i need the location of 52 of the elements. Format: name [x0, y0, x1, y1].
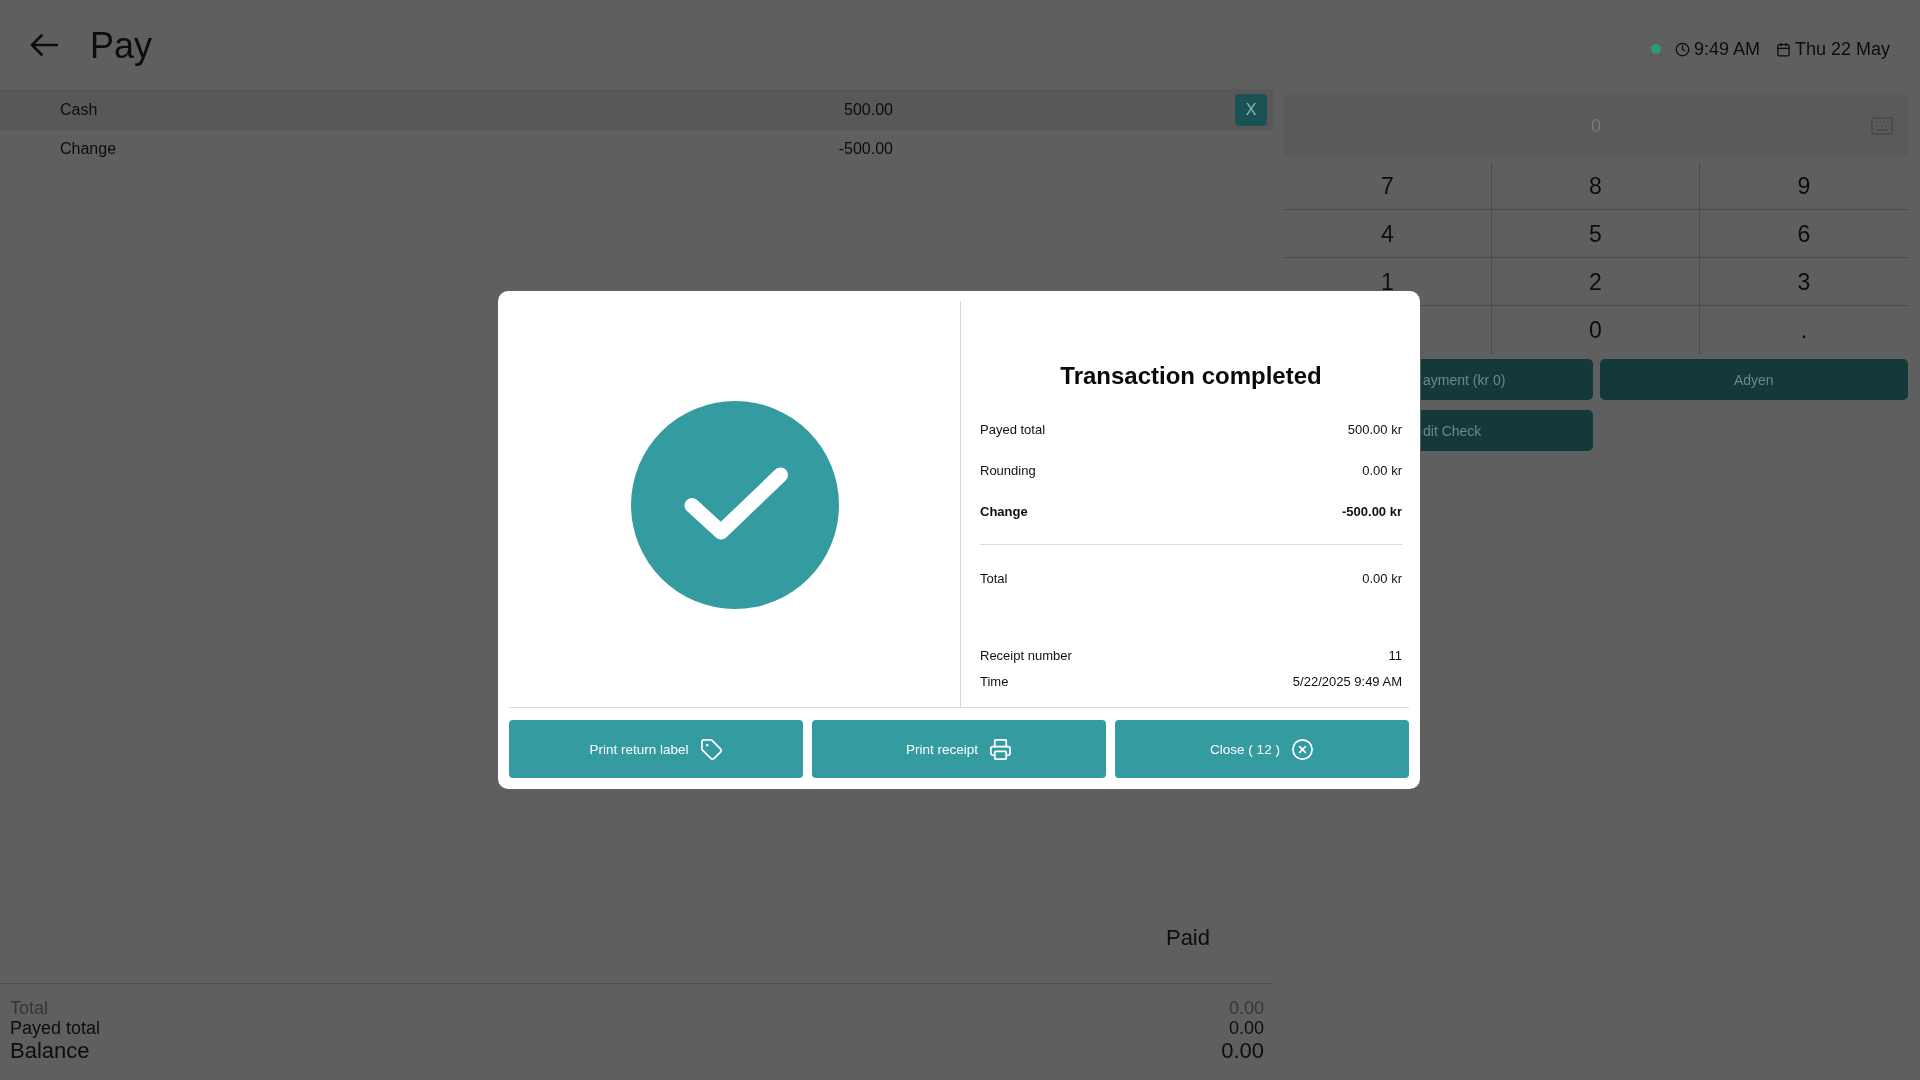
change-amount: -500.00 [838, 139, 893, 158]
keypad-key[interactable]: 0 [1589, 321, 1602, 339]
keypad-key[interactable]: 2 [1589, 272, 1602, 291]
payment-method: Cash [60, 100, 98, 119]
detail-value: -500.00 kr [1342, 504, 1402, 519]
keypad-key[interactable]: 6 [1797, 224, 1811, 243]
keypad-key[interactable]: 7 [1381, 176, 1394, 195]
back-button[interactable] [30, 33, 58, 56]
close-icon [1290, 737, 1314, 761]
payment-option-button[interactable]: Adyen [1599, 359, 1908, 400]
clock-icon [1674, 41, 1690, 57]
summary-value: 0.00 [1221, 1038, 1264, 1064]
keypad-key[interactable]: 4 [1381, 224, 1394, 243]
payment-option-button[interactable]: dit Check [1421, 410, 1593, 451]
paid-heading: Paid [1165, 925, 1210, 951]
calendar-icon [1775, 41, 1791, 57]
print-receipt-button[interactable]: Print receipt [812, 720, 1106, 778]
return-label-button[interactable]: Print return label [509, 720, 803, 778]
dialog-title: Transaction completed [1059, 361, 1323, 391]
detail-value: 5/22/2025 9:49 AM [1292, 673, 1402, 689]
remove-payment-button[interactable]: X [1235, 93, 1267, 126]
detail-label: Change [980, 504, 1028, 519]
detail-value: 11 [1388, 647, 1402, 663]
keypad-key[interactable]: 3 [1797, 272, 1811, 291]
keypad-key[interactable]: 5 [1589, 224, 1602, 243]
detail-label: Receipt number [980, 647, 1072, 663]
keypad-key[interactable]: 9 [1797, 176, 1811, 195]
keypad-key[interactable]: 1 [1381, 272, 1394, 291]
status-dot-icon [1650, 44, 1661, 54]
detail-label: Rounding [980, 463, 1036, 478]
keypad-key[interactable]: 8 [1589, 176, 1602, 195]
payment-amount: 500.00 [844, 100, 893, 119]
change-label: Change [60, 139, 117, 158]
back-arrow-icon [30, 33, 58, 56]
detail-label: Total [980, 571, 1008, 586]
time-text: 9:49 AM [1693, 38, 1760, 60]
detail-value: 0.00 kr [1362, 571, 1402, 586]
detail-label: Payed total [980, 422, 1046, 437]
summary-value: 0.00 [1228, 1017, 1264, 1039]
printer-icon [989, 737, 1012, 761]
detail-label: Time [980, 673, 1009, 689]
payment-option-button[interactable]: ayment (kr 0) [1421, 359, 1593, 400]
tag-icon [699, 737, 723, 761]
keypad-key[interactable]: . [1800, 321, 1808, 339]
success-check-icon [630, 400, 839, 609]
detail-value: 500.00 kr [1347, 422, 1402, 437]
detail-value: 0.00 kr [1362, 463, 1402, 478]
summary-label: Payed total [10, 1017, 101, 1039]
summary-label: Balance [10, 1038, 90, 1064]
date-text: Thu 22 May [1794, 38, 1890, 60]
close-button[interactable]: Close ( 12 ) [1115, 720, 1409, 778]
page-title: Pay [90, 23, 153, 68]
